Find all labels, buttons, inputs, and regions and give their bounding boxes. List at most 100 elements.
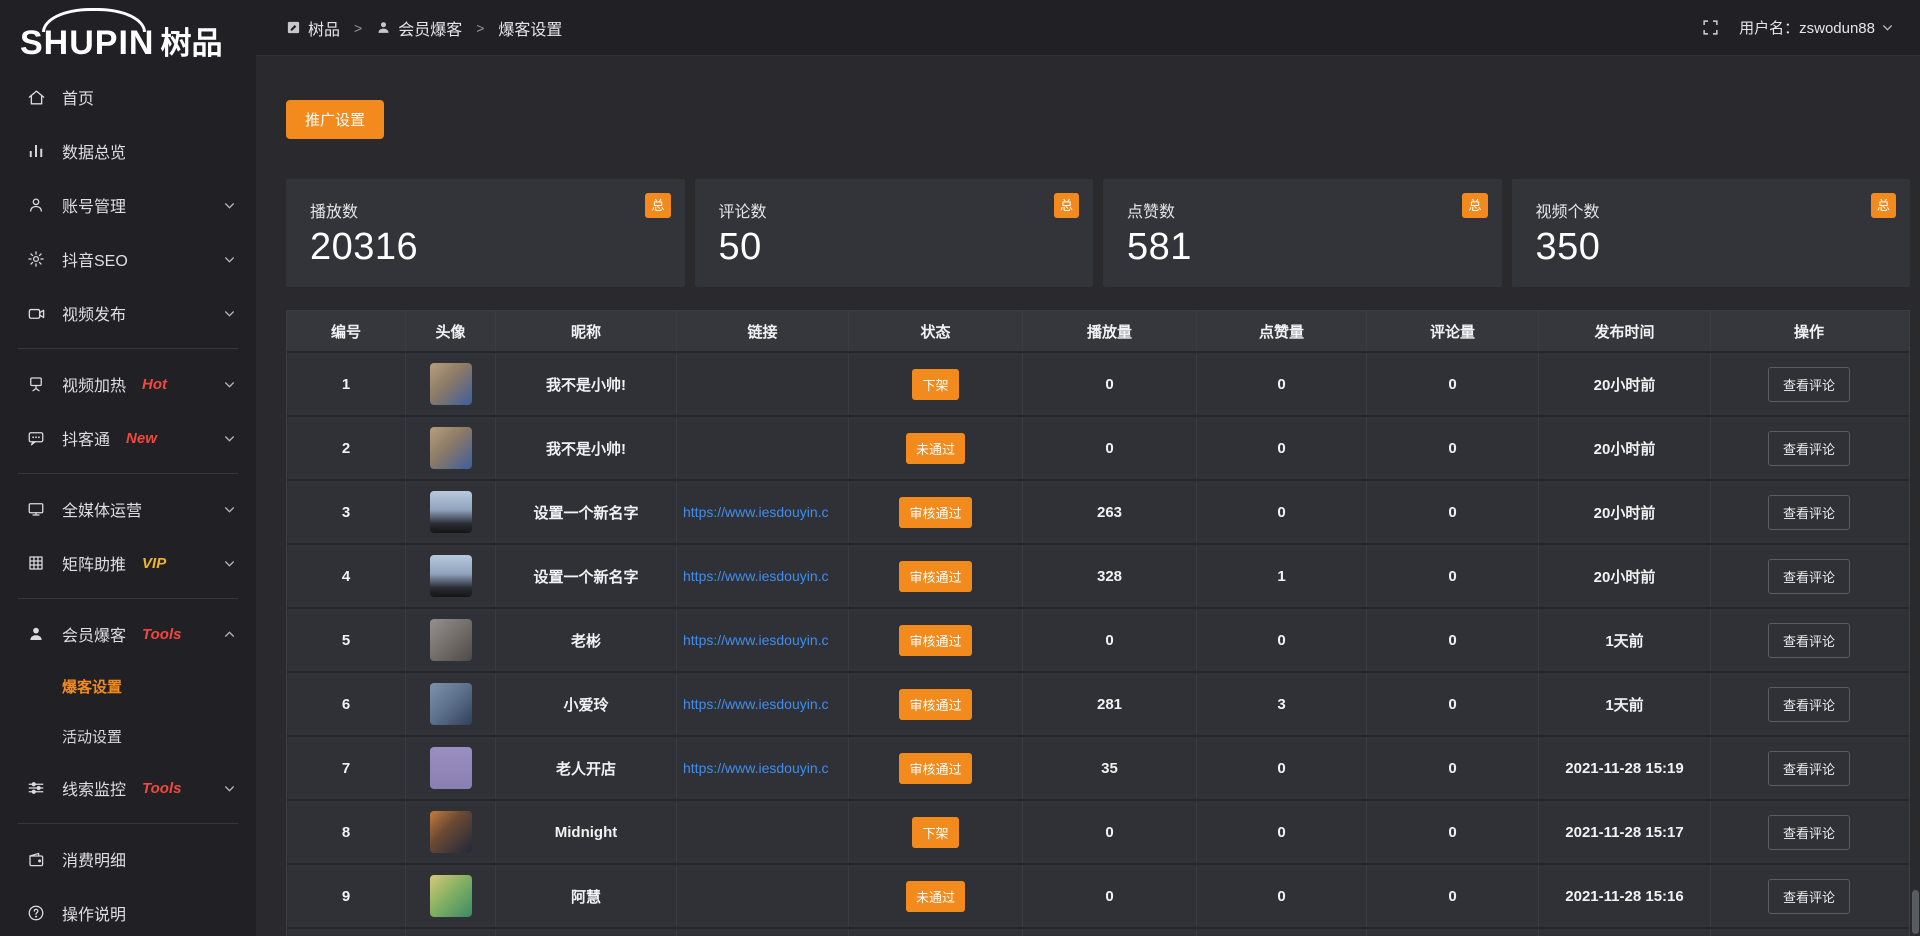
sidebar-item-matrix-boost[interactable]: 矩阵助推VIP (0, 536, 256, 590)
cell-avatar (406, 801, 496, 863)
cell-action: 查看评论 (1711, 609, 1907, 671)
cell-id: 2 (287, 417, 406, 479)
sidebar-item-media-operation[interactable]: 全媒体运营 (0, 482, 256, 536)
scrollbar-thumb[interactable] (1912, 890, 1919, 934)
sidebar-item-tag: Hot (142, 376, 167, 393)
breadcrumb-separator: > (476, 20, 484, 36)
video-link[interactable]: https://www.iesdouyin.c (683, 568, 829, 584)
sidebar-item-data-overview[interactable]: 数据总览 (0, 124, 256, 178)
sidebar-item-video-publish[interactable]: 视频发布 (0, 286, 256, 340)
chevron-down-icon (223, 378, 236, 391)
cell-likes (1197, 929, 1367, 936)
view-comments-button[interactable]: 查看评论 (1768, 431, 1850, 466)
cell-nickname: 设置一个新名字 (496, 545, 677, 607)
cell-comments: 0 (1367, 545, 1539, 607)
stat-card-label: 播放数 (310, 198, 685, 222)
sidebar-item-account-manage[interactable]: 账号管理 (0, 178, 256, 232)
promo-settings-button[interactable]: 推广设置 (286, 100, 384, 139)
view-comments-button[interactable]: 查看评论 (1768, 559, 1850, 594)
breadcrumb-separator: > (354, 20, 362, 36)
video-link[interactable]: https://www.iesdouyin.c (683, 760, 829, 776)
cell-likes: 0 (1197, 609, 1367, 671)
stat-card-value: 50 (719, 226, 1094, 269)
breadcrumb-item[interactable]: 爆客设置 (498, 16, 562, 40)
breadcrumb-item[interactable]: 树品 (286, 16, 340, 40)
cell-status: 下架 (849, 801, 1023, 863)
user-menu[interactable]: 用户名：zswodun88 (1739, 17, 1894, 38)
cell-id: 3 (287, 481, 406, 543)
sidebar-item-label: 会员爆客 (62, 622, 126, 646)
scrollbar[interactable] (1912, 0, 1919, 936)
cell-status: 未通过 (849, 417, 1023, 479)
cell-time: 20小时前 (1539, 481, 1711, 543)
video-link[interactable]: https://www.iesdouyin.c (683, 504, 829, 520)
heat-icon (26, 374, 46, 394)
sidebar-item-member-baoke[interactable]: 会员爆客 Tools (0, 607, 256, 661)
cell-nickname: 阿慧 (496, 865, 677, 927)
sidebar-item-label: 抖客通 (62, 426, 110, 450)
total-badge: 总 (1462, 193, 1487, 218)
view-comments-button[interactable]: 查看评论 (1768, 687, 1850, 722)
video-link[interactable]: https://www.iesdouyin.c (683, 696, 829, 712)
stat-card-2: 点赞数 581 总 (1103, 179, 1502, 287)
table-row: 9 阿慧 未通过 0 0 0 2021-11-28 15:16 查看评论 (287, 863, 1909, 927)
cell-nickname: 老彬 (496, 609, 677, 671)
cell-status: 审核通过 (849, 609, 1023, 671)
breadcrumb-label: 爆客设置 (498, 16, 562, 40)
cell-plays: 0 (1023, 609, 1197, 671)
sidebar-item-label: 抖音SEO (62, 247, 128, 271)
cell-link: https://www.iesdouyin.c (677, 545, 849, 607)
cell-status: 审核通过 (849, 481, 1023, 543)
cell-plays: 0 (1023, 801, 1197, 863)
fullscreen-icon[interactable] (1702, 19, 1719, 36)
total-badge: 总 (645, 193, 670, 218)
cell-id: 1 (287, 353, 406, 415)
cell-comments: 0 (1367, 865, 1539, 927)
view-comments-button[interactable]: 查看评论 (1768, 751, 1850, 786)
sidebar-item-clue-monitor[interactable]: 线索监控Tools (0, 761, 256, 815)
home-icon (26, 87, 46, 107)
view-comments-button[interactable]: 查看评论 (1768, 815, 1850, 850)
panel-icon (286, 20, 301, 35)
data-table: 编号头像昵称链接状态播放量点赞量评论量发布时间操作 1 我不是小帅! 下架 0 … (286, 310, 1910, 936)
sidebar-divider (18, 473, 238, 474)
cell-status: 审核通过 (849, 545, 1023, 607)
cell-link: https://www.iesdouyin.c (677, 737, 849, 799)
help-icon (26, 903, 46, 923)
breadcrumb-item[interactable]: 会员爆客 (376, 16, 462, 40)
sidebar-divider (18, 348, 238, 349)
cell-nickname: 我不是小帅! (496, 353, 677, 415)
sidebar-item-label: 操作说明 (62, 901, 126, 925)
stat-card-3: 视频个数 350 总 (1512, 179, 1911, 287)
avatar (430, 747, 472, 789)
sidebar-item-video-heat[interactable]: 视频加热 Hot (0, 357, 256, 411)
view-comments-button[interactable]: 查看评论 (1768, 495, 1850, 530)
sidebar-item-label: 视频加热 (62, 372, 126, 396)
chart-icon (26, 141, 46, 161)
view-comments-button[interactable]: 查看评论 (1768, 879, 1850, 914)
sidebar-subitem-baoke-settings[interactable]: 爆客设置 (0, 661, 256, 711)
sidebar-item-operation-guide[interactable]: 操作说明 (0, 886, 256, 936)
video-link[interactable]: https://www.iesdouyin.c (683, 632, 829, 648)
table-header-cell: 头像 (406, 311, 496, 351)
avatar (430, 363, 472, 405)
sidebar-item-tag: Tools (142, 626, 181, 643)
avatar (430, 427, 472, 469)
table-row: 7 老人开店 https://www.iesdouyin.c 审核通过 35 0… (287, 735, 1909, 799)
cell-action: 查看评论 (1711, 481, 1907, 543)
cell-action: 查看评论 (1711, 737, 1907, 799)
sidebar-item-tag: New (126, 430, 157, 447)
view-comments-button[interactable]: 查看评论 (1768, 367, 1850, 402)
view-comments-button[interactable]: 查看评论 (1768, 623, 1850, 658)
avatar (430, 683, 472, 725)
table-row: 6 小爱玲 https://www.iesdouyin.c 审核通过 281 3… (287, 671, 1909, 735)
sidebar-item-consume-detail[interactable]: 消费明细 (0, 832, 256, 886)
sidebar-item-douyin-seo[interactable]: 抖音SEO (0, 232, 256, 286)
chevron-up-icon (223, 628, 236, 641)
sidebar-subitem-activity-settings[interactable]: 活动设置 (0, 711, 256, 761)
sidebar-item-label: 全媒体运营 (62, 497, 142, 521)
sidebar-item-douketong[interactable]: 抖客通 New (0, 411, 256, 465)
sidebar-item-home[interactable]: 首页 (0, 70, 256, 124)
logo-text-cn: 树品 (160, 26, 222, 61)
sidebar: SHUPIN树品 首页数据总览账号管理抖音SEO视频发布视频加热Hot抖客通Ne… (0, 0, 256, 936)
